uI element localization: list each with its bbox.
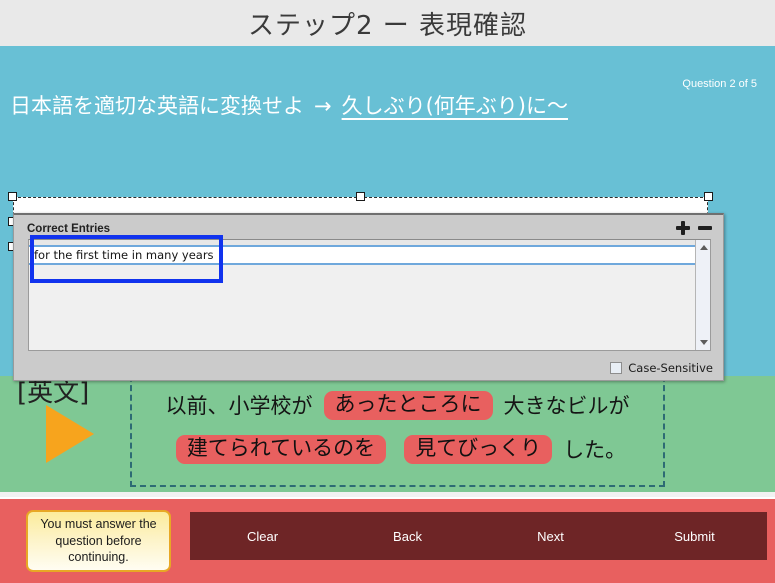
next-button[interactable]: Next xyxy=(478,512,623,560)
entries-scrollbar[interactable] xyxy=(695,240,710,350)
add-entry-button[interactable] xyxy=(673,218,693,238)
prompt-instruction: 日本語を適切な英語に変換せよ xyxy=(10,94,304,118)
scroll-down-icon[interactable] xyxy=(696,335,711,350)
triangle-down-icon xyxy=(699,340,708,345)
back-button[interactable]: Back xyxy=(335,512,480,560)
sentence-token[interactable]: 建てられているのを xyxy=(175,434,387,464)
arrow-icon: → xyxy=(314,94,332,118)
triangle-up-icon xyxy=(699,245,708,250)
correct-entries-dialog: Correct Entries for the first time in ma… xyxy=(13,213,724,381)
sentence-token[interactable]: あったところに xyxy=(323,390,493,420)
sentence-panel: [英文] 以前、小学校が あったところに 大きなビルが 建てられているのを 見て… xyxy=(0,358,775,492)
resize-handle-top-right[interactable] xyxy=(704,192,713,201)
sentence-fragment: 大きなビルが xyxy=(503,394,630,418)
sentence-fragment: 以前、小学校が xyxy=(165,394,313,418)
sentence-container: 以前、小学校が あったところに 大きなビルが 建てられているのを 見てびっくり … xyxy=(130,358,665,487)
sentence-token[interactable]: 見てびっくり xyxy=(404,434,553,464)
dialog-title: Correct Entries xyxy=(27,223,111,235)
page-title: ステップ2 ー 表現確認 xyxy=(247,10,528,41)
question-prompt: 日本語を適切な英語に変換せよ → 久しぶり(何年ぶり)に〜 xyxy=(10,90,568,120)
question-counter: Question 2 of 5 xyxy=(682,78,757,90)
case-sensitive-checkbox[interactable] xyxy=(610,362,623,374)
list-item[interactable]: for the first time in many years xyxy=(29,245,695,265)
play-triangle-icon[interactable] xyxy=(46,405,94,463)
sentence-fragment: した。 xyxy=(563,438,627,462)
entries-listbox[interactable]: for the first time in many years xyxy=(28,239,711,351)
submit-button[interactable]: Submit xyxy=(622,512,767,560)
prompt-target-phrase: 久しぶり(何年ぶり)に〜 xyxy=(341,94,568,118)
remove-entry-button[interactable] xyxy=(695,218,715,238)
case-sensitive-label: Case-Sensitive xyxy=(628,361,713,375)
footer-action-bar: You must answer the question before cont… xyxy=(0,497,775,583)
dialog-toolbar xyxy=(673,218,715,238)
entries-rows: for the first time in many years xyxy=(29,240,695,265)
case-sensitive-row[interactable]: Case-Sensitive xyxy=(610,361,713,375)
scroll-up-icon[interactable] xyxy=(696,240,711,255)
sentence-line-2: 建てられているのを 見てびっくり した。 xyxy=(132,434,663,464)
plus-icon-vertical xyxy=(681,221,685,235)
validation-tooltip: You must answer the question before cont… xyxy=(26,510,171,572)
resize-handle-top-center[interactable] xyxy=(356,192,365,201)
app-root: ステップ2 ー 表現確認 Question 2 of 5 日本語を適切な英語に変… xyxy=(0,0,775,583)
resize-handle-top-left[interactable] xyxy=(8,192,17,201)
title-bar: ステップ2 ー 表現確認 xyxy=(0,0,775,46)
clear-button[interactable]: Clear xyxy=(190,512,335,560)
minus-icon xyxy=(698,226,712,230)
sentence-line-1: 以前、小学校が あったところに 大きなビルが xyxy=(132,390,663,420)
